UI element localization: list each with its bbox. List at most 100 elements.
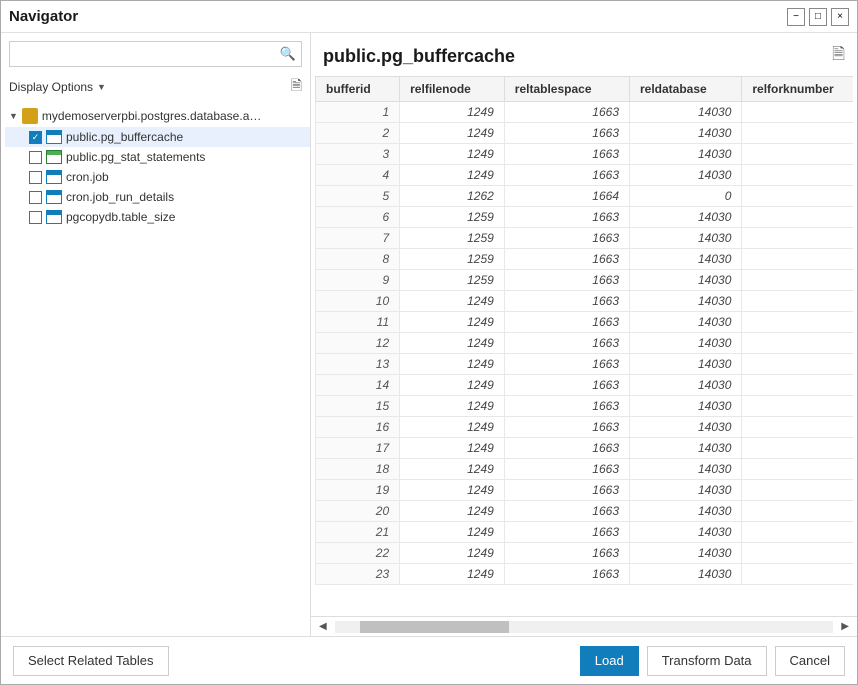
table-body: 1124916631403021249166314030312491663140…: [316, 102, 854, 585]
title-bar: Navigator − □ ×: [1, 1, 857, 33]
table-cell: 7: [316, 228, 400, 249]
cancel-button[interactable]: Cancel: [775, 646, 845, 676]
table-cell: [742, 459, 853, 480]
table-cell: [742, 207, 853, 228]
table-cell: 1663: [504, 396, 629, 417]
server-icon: [22, 108, 38, 124]
table-cell: 14030: [630, 354, 742, 375]
tree-server-node[interactable]: ▼ mydemoserverpbi.postgres.database.azur…: [5, 105, 310, 127]
checkbox-cron-job-run-details[interactable]: [29, 191, 42, 204]
close-button[interactable]: ×: [831, 8, 849, 26]
table-cell: 1663: [504, 501, 629, 522]
checkbox-cron-job[interactable]: [29, 171, 42, 184]
table-cell: 22: [316, 543, 400, 564]
table-cell: 14030: [630, 438, 742, 459]
table-cell: 1249: [400, 333, 505, 354]
table-cell: 14030: [630, 375, 742, 396]
preview-header: public.pg_buffercache 🗎: [311, 33, 857, 76]
table-row: 121249166314030: [316, 333, 854, 354]
table-cell: 14030: [630, 522, 742, 543]
transform-data-button[interactable]: Transform Data: [647, 646, 767, 676]
tree-item-pgcopydb-table-size[interactable]: pgcopydb.table_size: [5, 207, 310, 227]
window-controls: − □ ×: [787, 8, 849, 26]
table-cell: 14: [316, 375, 400, 396]
table-row: 191249166314030: [316, 480, 854, 501]
table-scroll-wrapper: bufferid relfilenode reltablespace relda…: [311, 76, 857, 636]
table-cell: 14030: [630, 228, 742, 249]
tree-item-pg-stat-statements[interactable]: public.pg_stat_statements: [5, 147, 310, 167]
select-related-tables-button[interactable]: Select Related Tables: [13, 646, 169, 676]
table-cell: [742, 165, 853, 186]
minimize-button[interactable]: −: [787, 8, 805, 26]
table-cell: [742, 480, 853, 501]
checkbox-pg-stat-statements[interactable]: [29, 151, 42, 164]
table-cell: 1663: [504, 270, 629, 291]
right-panel: public.pg_buffercache 🗎 bufferid relfile…: [311, 33, 857, 636]
table-cell: 14030: [630, 459, 742, 480]
table-cell: 9: [316, 270, 400, 291]
table-cell: 1663: [504, 375, 629, 396]
tree-item-pg-buffercache[interactable]: public.pg_buffercache: [5, 127, 310, 147]
table-row: 61259166314030: [316, 207, 854, 228]
scroll-right-arrow[interactable]: ▶: [837, 619, 853, 634]
table-cell: 1249: [400, 165, 505, 186]
load-button[interactable]: Load: [580, 646, 639, 676]
table-cell: [742, 102, 853, 123]
item-label-pgcopydb-table-size: pgcopydb.table_size: [66, 210, 175, 224]
table-cell: 1663: [504, 417, 629, 438]
search-input[interactable]: [9, 41, 302, 67]
table-cell: 14030: [630, 123, 742, 144]
checkbox-pgcopydb-table-size[interactable]: [29, 211, 42, 224]
table-cell: [742, 522, 853, 543]
table-row: 151249166314030: [316, 396, 854, 417]
table-row: 5126216640: [316, 186, 854, 207]
horizontal-scrollbar[interactable]: ◀ ▶: [311, 616, 857, 636]
table-icon-pg-buffercache: [46, 130, 62, 144]
data-table-container[interactable]: bufferid relfilenode reltablespace relda…: [315, 76, 853, 616]
export-icon[interactable]: 🗎: [291, 75, 302, 99]
scroll-left-arrow[interactable]: ◀: [315, 619, 331, 634]
item-label-cron-job: cron.job: [66, 170, 109, 184]
table-cell: 1663: [504, 543, 629, 564]
scroll-thumb[interactable]: [360, 621, 510, 633]
display-options-button[interactable]: Display Options ▼: [9, 80, 106, 94]
table-cell: 14030: [630, 417, 742, 438]
table-cell: 1663: [504, 480, 629, 501]
table-cell: 20: [316, 501, 400, 522]
maximize-button[interactable]: □: [809, 8, 827, 26]
table-cell: 1249: [400, 102, 505, 123]
tree-item-cron-job[interactable]: cron.job: [5, 167, 310, 187]
table-cell: 16: [316, 417, 400, 438]
scroll-track[interactable]: [335, 621, 834, 633]
table-cell: 14030: [630, 291, 742, 312]
table-cell: [742, 249, 853, 270]
table-cell: 1249: [400, 375, 505, 396]
table-cell: 17: [316, 438, 400, 459]
table-cell: [742, 564, 853, 585]
table-cell: 14030: [630, 501, 742, 522]
table-cell: 1259: [400, 228, 505, 249]
checkbox-pg-buffercache[interactable]: [29, 131, 42, 144]
table-cell: 1663: [504, 228, 629, 249]
table-row: 201249166314030: [316, 501, 854, 522]
table-icon-cron-job-run-details: [46, 190, 62, 204]
table-cell: 1249: [400, 312, 505, 333]
table-cell: 1663: [504, 102, 629, 123]
table-cell: 14030: [630, 333, 742, 354]
table-row: 141249166314030: [316, 375, 854, 396]
col-bufferid: bufferid: [316, 77, 400, 102]
item-label-cron-job-run-details: cron.job_run_details: [66, 190, 174, 204]
table-cell: [742, 417, 853, 438]
table-cell: 23: [316, 564, 400, 585]
table-cell: 1249: [400, 144, 505, 165]
table-cell: 8: [316, 249, 400, 270]
navigator-window: Navigator − □ × 🔍 Display Options ▼ 🗎: [0, 0, 858, 685]
table-cell: [742, 291, 853, 312]
table-row: 221249166314030: [316, 543, 854, 564]
col-reltablespace: reltablespace: [504, 77, 629, 102]
preview-export-icon[interactable]: 🗎: [832, 43, 845, 70]
table-cell: 14030: [630, 564, 742, 585]
table-row: 71259166314030: [316, 228, 854, 249]
tree-item-cron-job-run-details[interactable]: cron.job_run_details: [5, 187, 310, 207]
item-label-pg-stat-statements: public.pg_stat_statements: [66, 150, 205, 164]
